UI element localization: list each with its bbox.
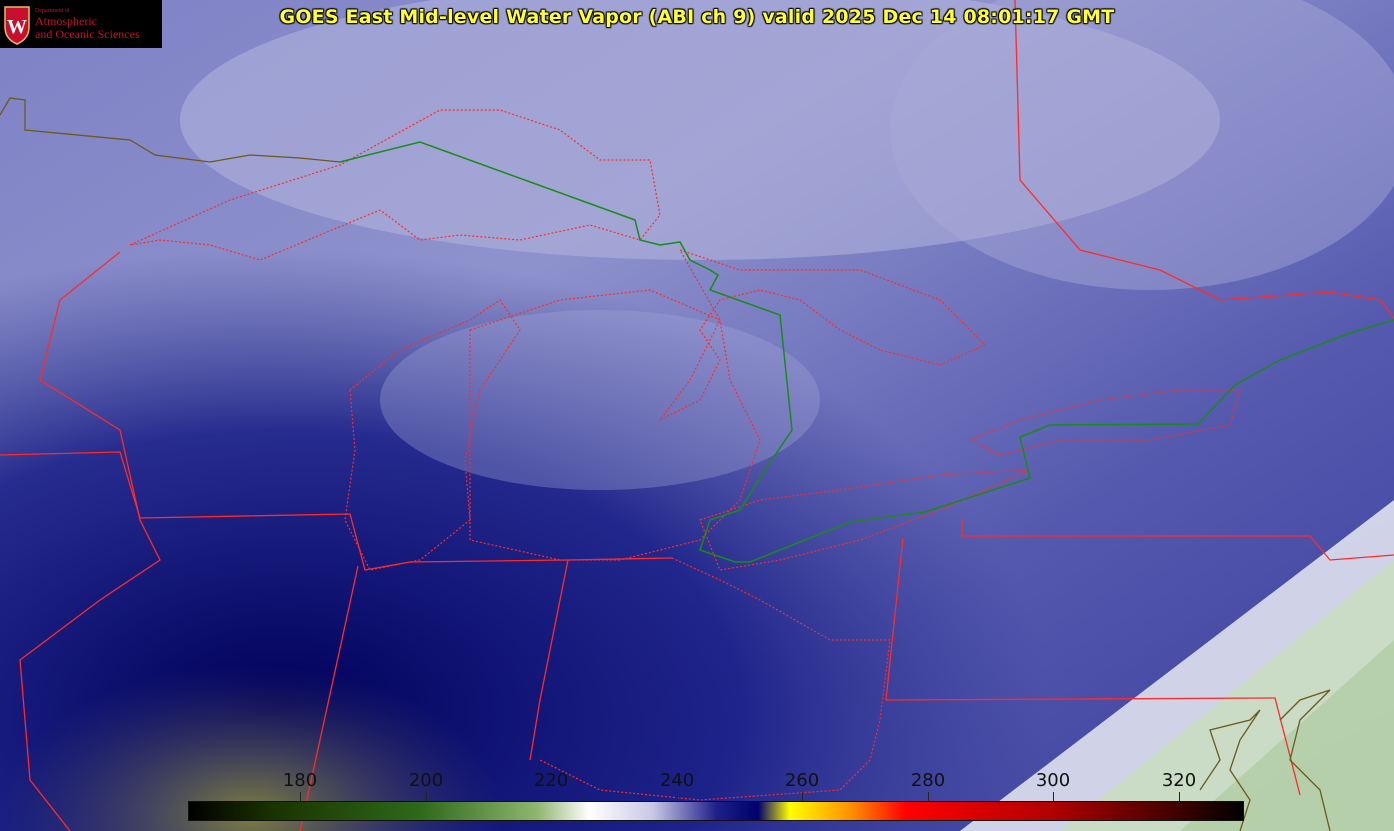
colorbar-tick (426, 792, 427, 801)
colorbar-tick-label: 280 (910, 770, 946, 791)
colorbar-tick-label: 240 (659, 770, 695, 791)
colorbar-tick-label: 320 (1161, 770, 1197, 791)
colorbar (188, 801, 1244, 821)
colorbar-tick-label: 200 (408, 770, 444, 791)
colorbar-tick (802, 792, 803, 801)
colorbar-tick-label: 220 (533, 770, 569, 791)
colorbar-tick (677, 792, 678, 801)
colorbar-tick (928, 792, 929, 801)
logo-name-line2: and Oceanic Sciences (35, 27, 140, 41)
colorbar-tick (1179, 792, 1180, 801)
colorbar-tick-label: 260 (784, 770, 820, 791)
water-vapor-map (0, 0, 1394, 831)
colorbar-tick (551, 792, 552, 801)
colorbar-tick-label: 180 (282, 770, 318, 791)
colorbar-tick-label: 300 (1035, 770, 1071, 791)
colorbar-tick (300, 792, 301, 801)
image-title: GOES East Mid-level Water Vapor (ABI ch … (279, 6, 1115, 28)
colorbar-tick (1053, 792, 1054, 801)
